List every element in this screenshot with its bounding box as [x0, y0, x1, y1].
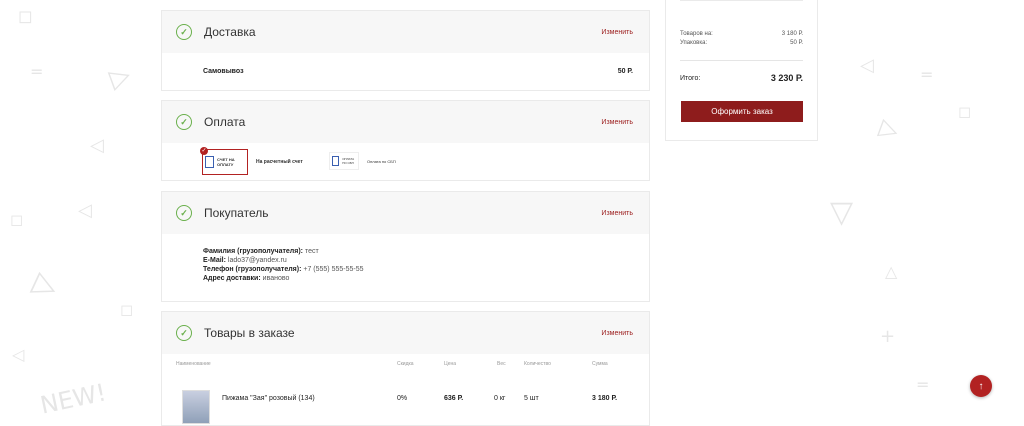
col-header-price: Цена: [444, 361, 457, 367]
summary-goods: Товаров на: 3 180 Р.: [666, 31, 817, 37]
items-title: Товары в заказе: [204, 326, 295, 340]
col-header-name: Наименование: [176, 361, 211, 367]
product-discount: 0%: [397, 395, 408, 402]
sbp-icon-text: ОПЛАТА ПО СБП: [342, 157, 355, 165]
col-header-weight: Вес: [497, 361, 506, 367]
product-name[interactable]: Пижама "Зая" розовый (134): [222, 395, 315, 402]
arrow-up-icon: ↑: [978, 380, 984, 392]
delivery-method: Самовывоз: [203, 68, 244, 75]
col-header-qty: Количество: [524, 361, 551, 367]
delivery-change-link[interactable]: Изменить: [601, 29, 633, 36]
delivery-title: Доставка: [204, 25, 256, 39]
invoice-doc-icon: [205, 156, 214, 168]
invoice-icon-text: СЧЕТ НА ОПЛАТУ: [217, 157, 235, 167]
buyer-field-label: Фамилия (грузополучателя):: [203, 248, 303, 255]
buyer-field-value: иваново: [262, 275, 290, 282]
selected-check-icon: ✓: [200, 147, 208, 155]
decor-plus: +: [880, 326, 896, 347]
buyer-field-row: Адрес доставки: иваново: [203, 274, 364, 283]
decor-equals: =: [916, 375, 930, 394]
invoice-option-box[interactable]: ✓ СЧЕТ НА ОПЛАТУ: [200, 147, 248, 175]
payment-change-link[interactable]: Изменить: [601, 119, 633, 126]
payment-option-sbp[interactable]: ОПЛАТА ПО СБП Оплата по СБП: [329, 152, 396, 170]
payment-option-invoice[interactable]: ✓ СЧЕТ НА ОПЛАТУ На расчетный счет: [200, 147, 303, 175]
check-icon: ✓: [176, 24, 192, 40]
decor-triangle: ◁: [860, 55, 874, 76]
sbp-doc-icon: [332, 156, 340, 166]
buyer-field-label: Адрес доставки:: [203, 275, 261, 282]
checkout-button[interactable]: Оформить заказ: [681, 101, 803, 122]
buyer-field-value: тест: [304, 248, 319, 255]
decor-triangle: ▷: [875, 112, 903, 146]
sbp-label: Оплата по СБП: [367, 158, 396, 164]
buyer-header: ✓ Покупатель Изменить: [162, 192, 649, 234]
buyer-section: ✓ Покупатель Изменить Фамилия (грузополу…: [161, 191, 650, 302]
decor-equals: =: [30, 62, 44, 81]
items-section: ✓ Товары в заказе Изменить: [161, 311, 650, 426]
decor-square: ◻: [10, 210, 24, 229]
product-sum: 3 180 Р.: [592, 395, 618, 402]
payment-header: ✓ Оплата Изменить: [162, 101, 649, 143]
product-price: 636 Р.: [444, 395, 464, 402]
summary-divider: [680, 60, 803, 61]
decor-triangle: ◁: [90, 135, 104, 156]
decor-triangle: ▷: [27, 264, 64, 307]
summary-total: Итого: 3 230 Р.: [666, 73, 817, 83]
goods-label: Товаров на:: [680, 31, 713, 37]
buyer-fields: Фамилия (грузополучателя): тест E-Mail: …: [203, 247, 364, 283]
buyer-change-link[interactable]: Изменить: [601, 210, 633, 217]
product-thumbnail[interactable]: [182, 390, 210, 424]
check-icon: ✓: [176, 325, 192, 341]
decor-square: ◻: [958, 102, 972, 121]
decor-triangle: ▽: [830, 195, 854, 230]
buyer-field-value: lado37@yandex.ru: [227, 257, 287, 264]
buyer-field-label: E-Mail:: [203, 257, 226, 264]
delivery-price: 50 Р.: [617, 68, 633, 75]
payment-title: Оплата: [204, 115, 246, 129]
decor-triangle: △: [885, 262, 898, 281]
order-summary: Товаров на: 3 180 Р. Упаковка: 50 Р. Ито…: [665, 0, 818, 141]
pack-value: 50 Р.: [790, 40, 803, 46]
buyer-field-row: Телефон (грузополучателя): +7 (555) 555-…: [203, 265, 364, 274]
decor-triangle: ▷: [105, 59, 135, 95]
invoice-label: На расчетный счет: [256, 158, 303, 165]
items-header: ✓ Товары в заказе Изменить: [162, 312, 649, 354]
payment-section: ✓ Оплата Изменить ✓ СЧЕТ НА ОПЛАТУ На ра…: [161, 100, 650, 181]
decor-new-text: NEW!: [37, 378, 109, 420]
pack-label: Упаковка:: [680, 40, 708, 46]
buyer-field-value: +7 (555) 555-55-55: [303, 266, 364, 273]
col-header-sum: Сумма: [592, 361, 608, 367]
col-header-discount: Скидка: [397, 361, 414, 367]
total-value: 3 230 Р.: [770, 73, 803, 83]
decor-triangle: ◁: [78, 200, 92, 221]
sbp-option-box[interactable]: ОПЛАТА ПО СБП: [329, 152, 359, 170]
decor-square: ◻: [120, 300, 134, 319]
buyer-title: Покупатель: [204, 206, 269, 220]
decor-equals: =: [920, 65, 934, 84]
delivery-section: ✓ Доставка Изменить Самовывоз 50 Р.: [161, 10, 650, 91]
product-weight: 0 кг: [494, 395, 506, 402]
goods-value: 3 180 Р.: [781, 31, 803, 37]
decor-square: ◻: [18, 6, 33, 27]
items-change-link[interactable]: Изменить: [601, 330, 633, 337]
buyer-field-row: Фамилия (грузополучателя): тест: [203, 247, 364, 256]
scroll-top-button[interactable]: ↑: [970, 375, 992, 397]
buyer-field-label: Телефон (грузополучателя):: [203, 266, 302, 273]
summary-pack: Упаковка: 50 Р.: [666, 40, 817, 46]
check-icon: ✓: [176, 205, 192, 221]
buyer-field-row: E-Mail: lado37@yandex.ru: [203, 256, 364, 265]
product-qty: 5 шт: [524, 395, 539, 402]
check-icon: ✓: [176, 114, 192, 130]
decor-triangle: ◁: [12, 345, 25, 364]
total-label: Итого:: [680, 74, 701, 82]
delivery-header: ✓ Доставка Изменить: [162, 11, 649, 53]
